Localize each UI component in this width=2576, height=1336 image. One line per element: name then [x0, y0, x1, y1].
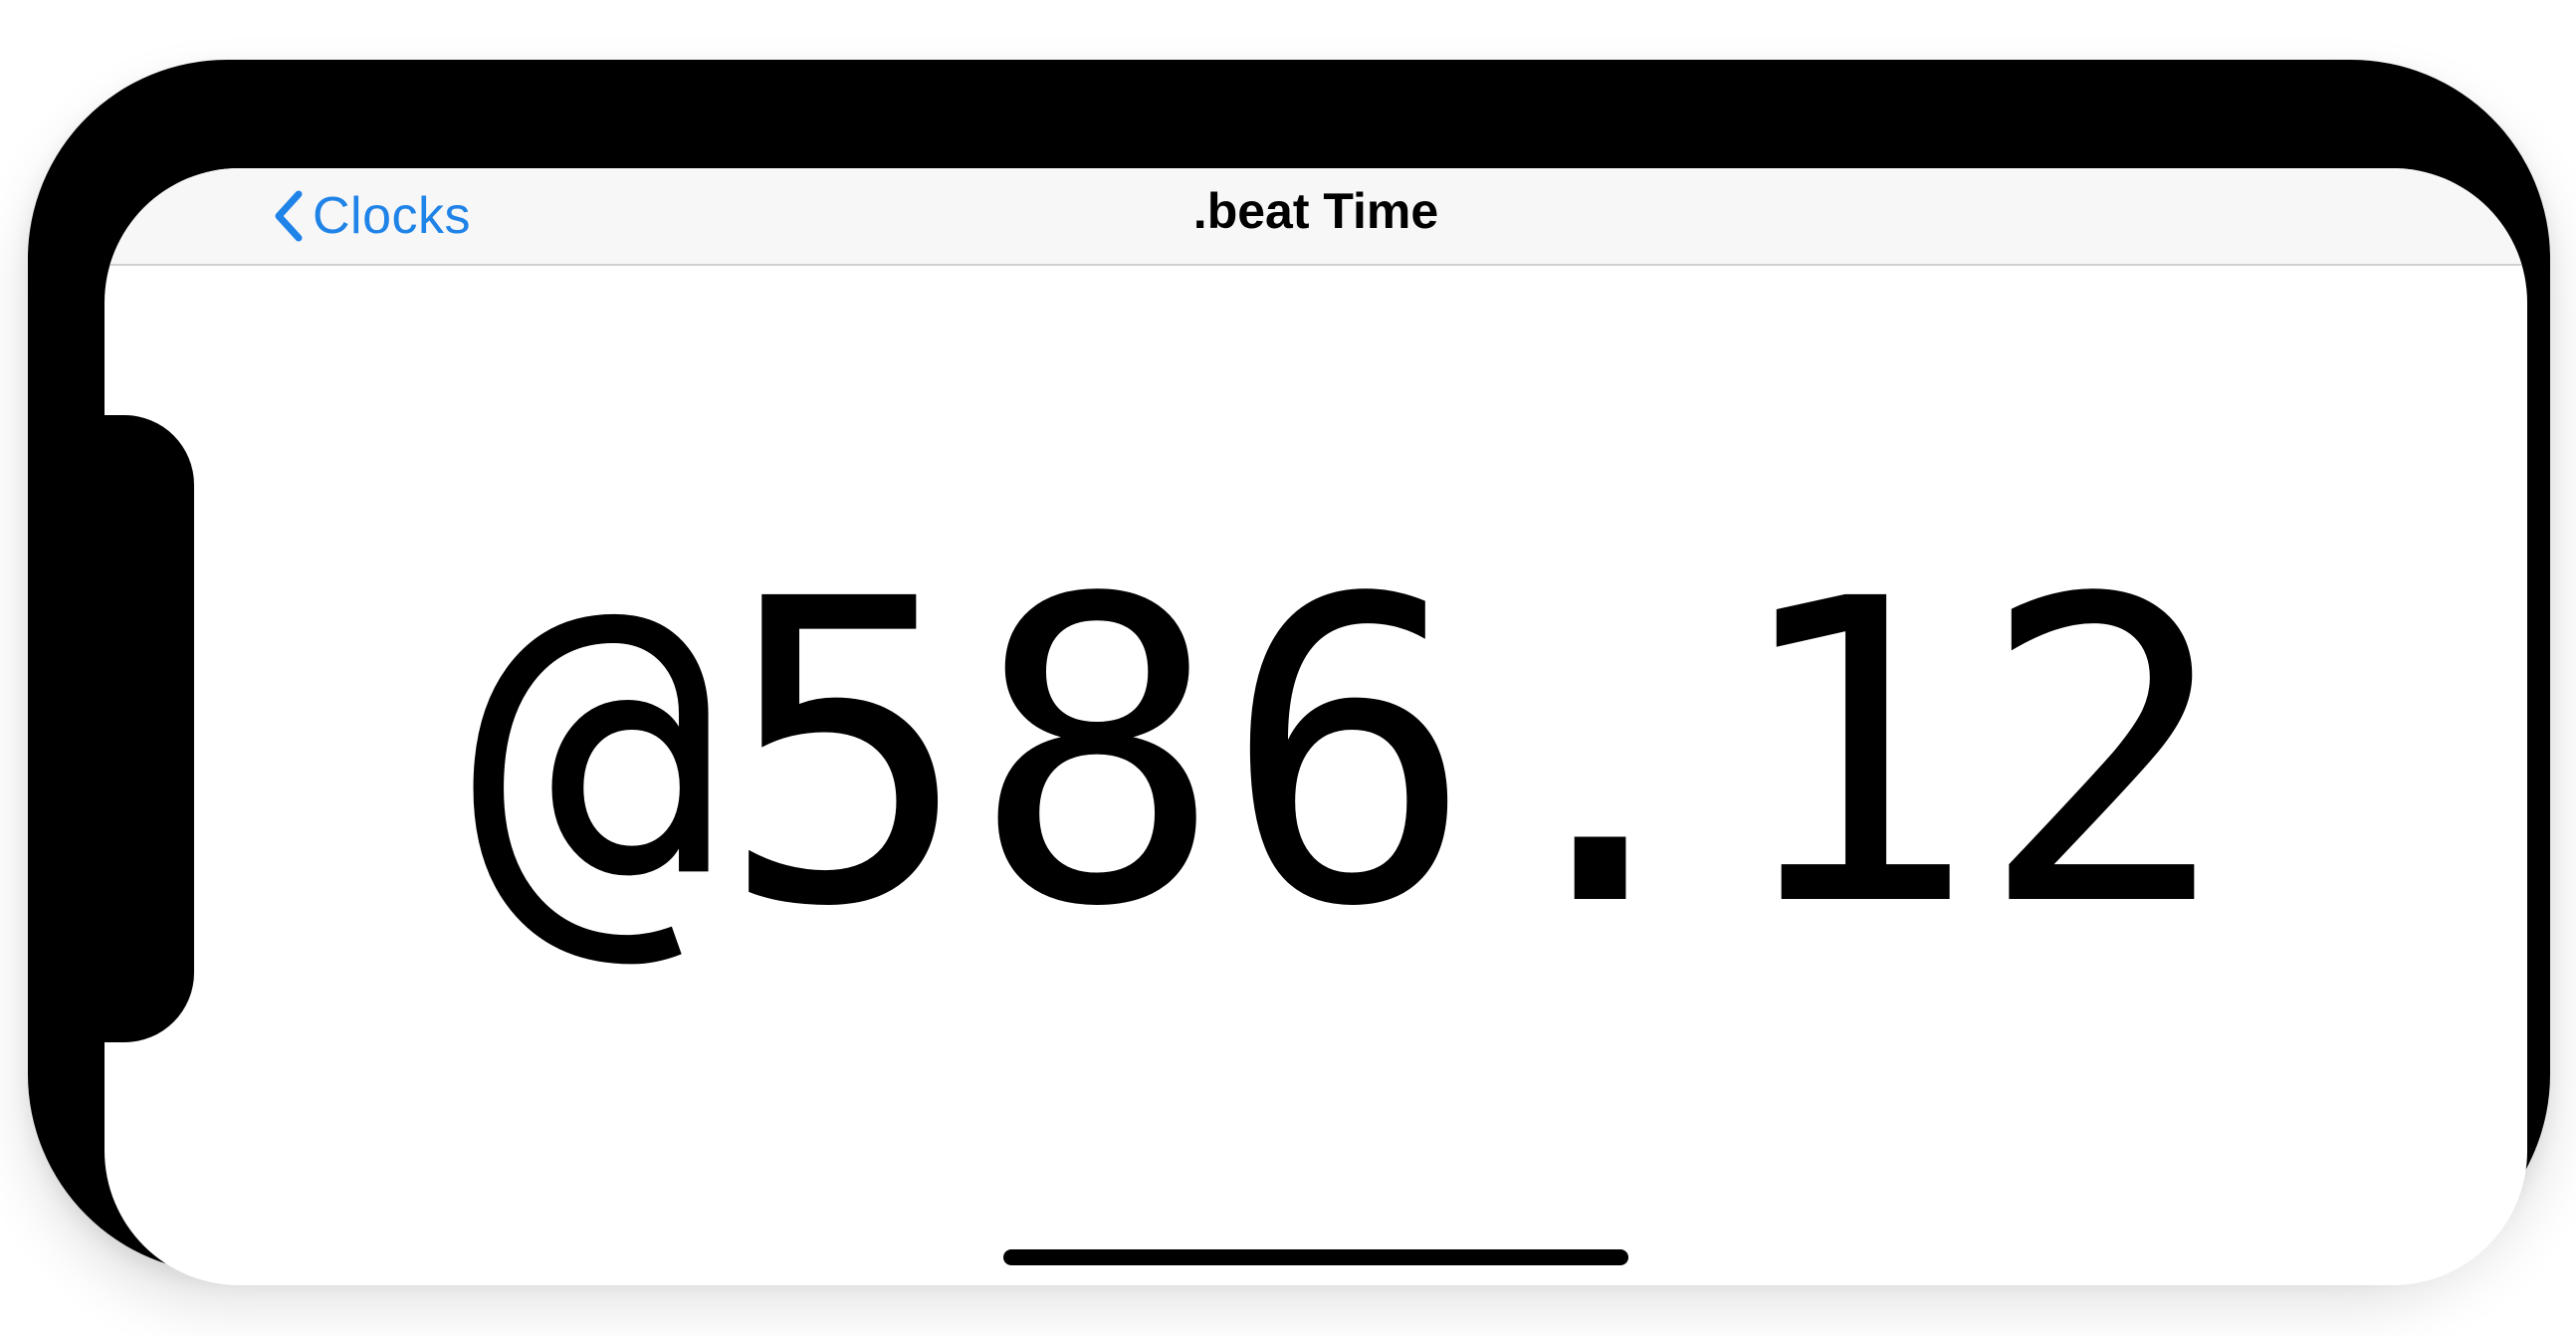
- device-frame: Clocks .beat Time @586.12: [28, 60, 2550, 1285]
- sensor-notch: [105, 415, 194, 1042]
- stage: Clocks .beat Time @586.12: [0, 0, 2576, 1336]
- page-title: .beat Time: [1192, 183, 1439, 239]
- navigation-bar: Clocks .beat Time: [105, 168, 2527, 266]
- home-indicator[interactable]: [1003, 1249, 1628, 1265]
- beat-time-value: @586.12: [467, 512, 2231, 999]
- screen: Clocks .beat Time @586.12: [105, 168, 2527, 1285]
